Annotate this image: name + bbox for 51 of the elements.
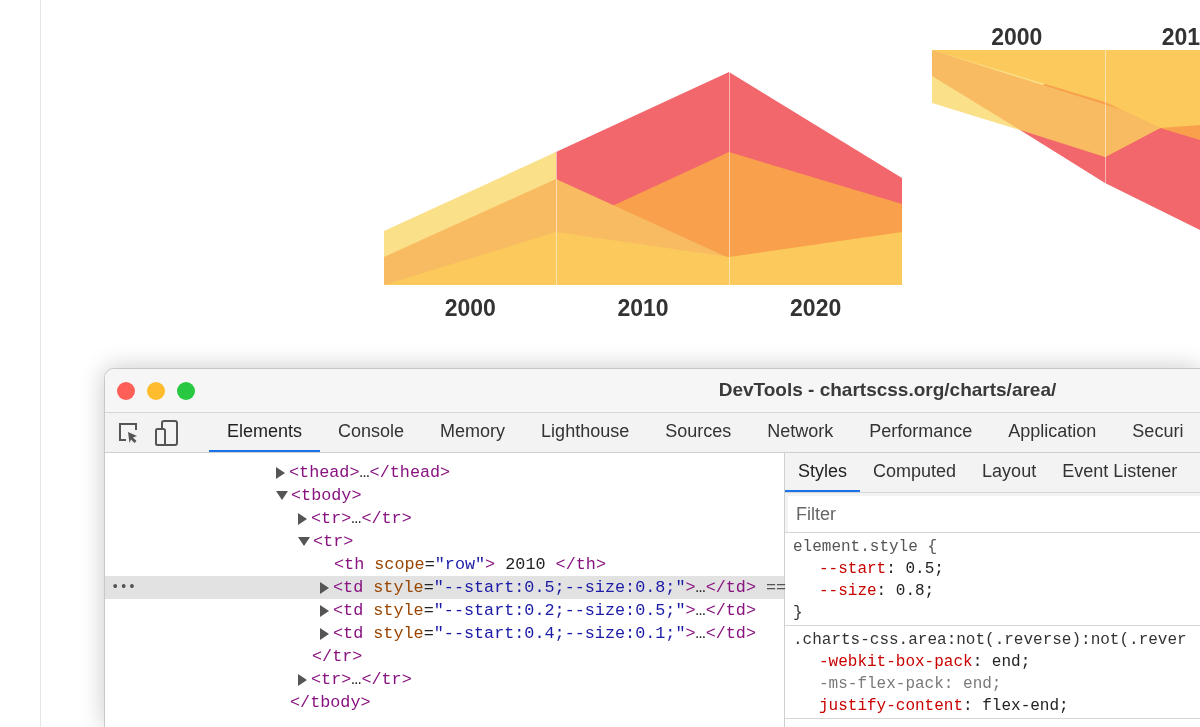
axis-label: 2000 (443, 294, 497, 323)
code-line: <th scope="row"> 2010 </th> (334, 554, 606, 576)
panel-tab[interactable]: Application (990, 413, 1115, 452)
css-declaration: justify-content: flex-end; (818, 696, 1070, 717)
device-icon[interactable] (155, 419, 179, 446)
panel-tab[interactable]: Performance (851, 413, 991, 452)
window-title: DevTools - chartscss.org/charts/area/ (718, 379, 1057, 401)
disclosure-triangle-icon[interactable] (298, 537, 310, 546)
code-line: <tr>…</tr> (311, 669, 412, 691)
code-line: </tr> (312, 646, 363, 668)
more-actions-menu[interactable]: ••• (111, 576, 137, 599)
sidebar-tab[interactable]: Layout (969, 453, 1050, 492)
disclosure-triangle-icon[interactable] (320, 627, 329, 640)
axis-label: 2000 (990, 23, 1044, 50)
panel-tab[interactable]: Securi (1114, 413, 1200, 452)
css-selector: element.style { (793, 537, 939, 558)
disclosure-triangle-icon[interactable] (276, 491, 288, 500)
panel-tab[interactable]: Elements (209, 413, 321, 452)
disclosure-triangle-icon[interactable] (298, 673, 307, 686)
css-brace: } (793, 603, 804, 624)
panel-tab[interactable]: Memory (422, 413, 524, 452)
panel-tab[interactable]: Console (320, 413, 423, 452)
css-selector: .charts-css.area:not(.reverse):not(.rever (793, 630, 1188, 651)
panel-tab[interactable]: Sources (647, 413, 750, 452)
code-line: <thead>…</thead> (289, 462, 451, 484)
sidebar-tab[interactable]: Computed (860, 453, 970, 492)
css-declaration: --size: 0.8; (818, 581, 936, 602)
panel-tab[interactable]: Network (749, 413, 852, 452)
axis-label: 2020 (789, 294, 843, 323)
axis-label: 201 (1161, 23, 1200, 50)
selected-row-background[interactable]: ••• <td style="--start:0.5;--size:0.8;">…</td> == (105, 576, 784, 599)
disclosure-triangle-icon[interactable] (276, 466, 285, 479)
axis-label: 2010 (616, 294, 670, 323)
sidebar-tab[interactable]: Event Listener (1049, 453, 1191, 492)
css-declaration: -ms-flex-pack: end; (818, 674, 1003, 695)
code-line: == (766, 577, 787, 599)
code-line: <tr>…</tr> (311, 508, 412, 530)
code-line: <td style="--start:0.2;--size:0.5;">…</td> (333, 600, 757, 622)
panel-tab[interactable]: Lighthouse (523, 413, 648, 452)
disclosure-triangle-icon[interactable] (320, 581, 329, 594)
code-line: <tbody> (291, 485, 362, 507)
disclosure-triangle-icon[interactable] (320, 604, 329, 617)
close-icon[interactable] (117, 381, 135, 400)
code-line: <tr> (313, 531, 354, 553)
css-declaration: -webkit-box-pack: end; (818, 652, 1032, 673)
code-line: <td style="--start:0.5;--size:0.8;">…</td> (333, 577, 757, 599)
css-declaration: --start: 0.5; (818, 559, 945, 580)
code-line: </tbody> (290, 692, 371, 714)
disclosure-triangle-icon[interactable] (298, 512, 307, 525)
filter-field[interactable]: Filter (788, 496, 1200, 532)
code-line: <td style="--start:0.4;--size:0.1;">…</td> (333, 623, 757, 645)
